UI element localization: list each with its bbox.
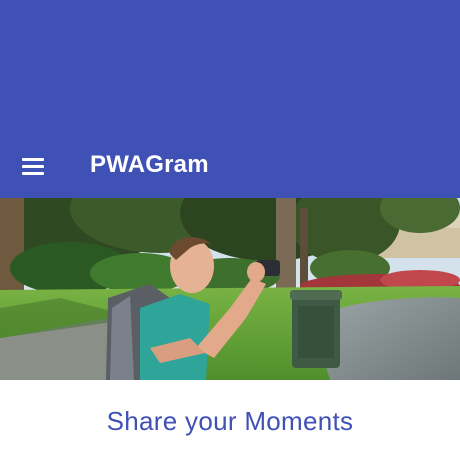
app-header: PWAGram xyxy=(0,0,460,198)
hero-image xyxy=(0,198,460,380)
hamburger-menu-icon[interactable] xyxy=(20,154,48,178)
app-title: PWAGram xyxy=(90,151,209,178)
toolbar: PWAGram xyxy=(0,138,460,194)
share-moments-heading: Share your Moments xyxy=(106,406,354,436)
